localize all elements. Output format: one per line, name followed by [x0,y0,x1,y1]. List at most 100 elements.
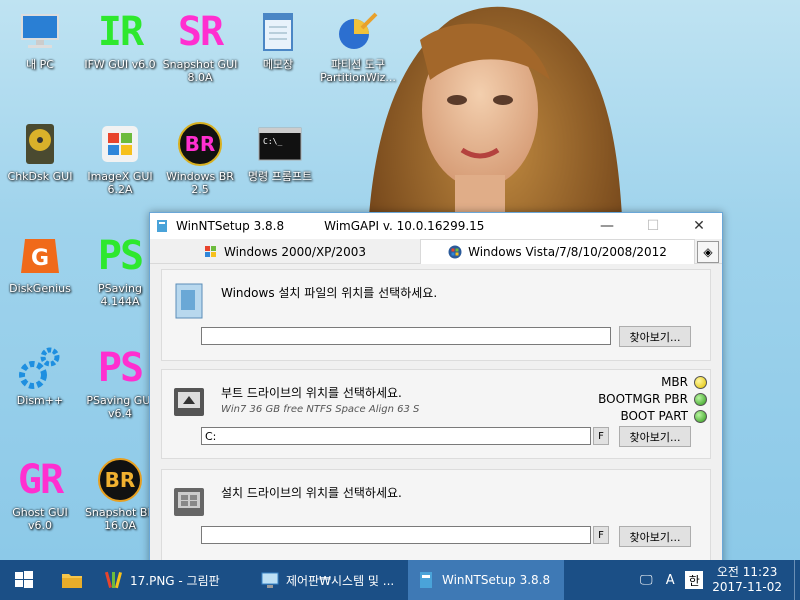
clock-time: 오전 11:23 [716,565,778,579]
diskgenius-icon: G [16,232,64,280]
command-prompt-icon: C:\_ [256,120,304,168]
control-panel-icon [261,572,279,588]
desktop-icon-ghost-gui[interactable]: GR Ghost GUI v6.0 [0,456,80,532]
desktop-icon-chkdsk-gui[interactable]: ChkDsk GUI [0,120,80,183]
disk-tool-icon: ◈ [703,245,713,259]
install-drive-format-button[interactable]: F [593,526,609,544]
ir-text-icon: IR [97,9,144,55]
desktop-icon-imagex-gui[interactable]: ImageX GUI 6.2A [80,120,160,196]
mbr-status-label: MBR [661,375,688,389]
window-titlebar[interactable]: WinNTSetup 3.8.8 WimGAPI v. 10.0.16299.1… [150,213,722,239]
install-source-label: Windows 설치 파일의 위치를 선택하세요. [221,286,438,300]
desktop-icon-label: Snapshot BR 16.0A [84,506,156,532]
install-drive-browse-button[interactable]: 찾아보기... [619,526,691,547]
desktop-icon-label: Dism++ [16,394,64,407]
windows-start-icon [15,571,33,588]
br-circle-orange-icon: BR [96,456,144,504]
file-explorer-button[interactable] [48,560,96,600]
install-drive-group: 설치 드라이브의 위치를 선택하세요. F 찾아보기... [161,469,711,560]
partition-wizard-icon [334,8,382,56]
bootmgr-pbr-status: BOOTMGR PBR [598,392,707,406]
taskbar: 17.PNG - 그림판 제어판₩시스템 및 ... WinNTSetup 3.… [0,560,800,600]
desktop-icon-ifw-gui[interactable]: IR IFW GUI v6.0 [80,8,160,71]
winntsetup-app-icon [157,220,167,232]
system-tray: 🖵 A 한 오전 11:23 2017-11-02 [634,560,800,600]
br-circle-icon: BR [176,120,224,168]
show-desktop-button[interactable] [794,560,800,600]
taskbar-item-label: 17.PNG - 그림판 [130,573,220,588]
start-button[interactable] [0,560,48,600]
harddisk-icon [16,120,64,168]
gr-text-icon: GR [17,457,64,503]
desktop-icon-label: DiskGenius [9,282,71,295]
taskbar-clock[interactable]: 오전 11:23 2017-11-02 [712,565,782,595]
minimize-button[interactable]: — [584,213,630,239]
tab-windows-vista-plus[interactable]: Windows Vista/7/8/10/2008/2012 [420,239,695,264]
monitor-icon[interactable]: 🖵 [637,571,655,589]
taskbar-item-paint[interactable]: 17.PNG - 그림판 [96,560,252,600]
windows-vista-orb-icon [448,245,462,259]
boot-drive-info: Win7 36 GB free NTFS Space Align 63 S [221,404,420,415]
status-led-yellow-icon [694,375,707,389]
desktop-icon-psaving-gui[interactable]: PS PSaving GUI v6.4 [80,344,160,420]
os-tabs: Windows 2000/XP/2003 Windows Vista/7/8/1… [150,239,722,264]
folder-icon [62,574,82,588]
boot-part-status: BOOT PART [620,409,707,423]
desktop: 내 PC IR IFW GUI v6.0 SR Snapshot GUI 8.0… [0,0,800,560]
desktop-icon-snapshot-br[interactable]: BR Snapshot BR 16.0A [80,456,160,532]
desktop-icon-partition-tool[interactable]: 파티션 도구 PartitionWiz... [318,8,398,84]
ps-text-icon: PS [97,233,144,279]
boot-drive-format-button[interactable]: F [593,427,609,445]
desktop-icon-label: Ghost GUI v6.0 [12,506,68,532]
taskbar-item-control-panel[interactable]: 제어판₩시스템 및 ... [252,560,408,600]
desktop-icon-dism[interactable]: Dism++ [0,344,80,407]
svg-text:G: G [31,246,49,271]
desktop-icon-label: ChkDsk GUI [7,170,73,183]
tab-windows-xp[interactable]: Windows 2000/XP/2003 [152,241,418,262]
winntsetup-window: WinNTSetup 3.8.8 WimGAPI v. 10.0.16299.1… [149,212,723,560]
bootmgr-pbr-status-label: BOOTMGR PBR [598,392,688,406]
desktop-icon-command-prompt[interactable]: C:\_ 명령 프롬프트 [240,120,320,183]
winntsetup-app-icon [420,572,432,588]
gears-icon [16,344,64,392]
close-button[interactable]: ✕ [676,213,722,239]
windows-logo-icon [96,120,144,168]
desktop-icon-label: PSaving 4.144A [98,282,142,308]
desktop-icon-diskgenius[interactable]: G DiskGenius [0,232,80,295]
install-drive-path-input[interactable] [201,526,591,544]
boot-drive-label: 부트 드라이브의 위치를 선택하세요. [221,386,402,400]
desktop-icon-label: Windows BR 2.5 [166,170,234,196]
desktop-icon-windows-br[interactable]: BR Windows BR 2.5 [160,120,240,196]
mbr-status: MBR [661,375,707,389]
boot-drive-group: 부트 드라이브의 위치를 선택하세요. Win7 36 GB free NTFS… [161,369,711,459]
paint-icon [104,571,123,589]
install-drive-label: 설치 드라이브의 위치를 선택하세요. [221,486,402,500]
install-source-group: Windows 설치 파일의 위치를 선택하세요. 찾아보기... [161,269,711,361]
window-title: WinNTSetup 3.8.8 [176,219,285,233]
maximize-button[interactable]: ☐ [630,213,676,239]
tab-label: Windows Vista/7/8/10/2008/2012 [468,245,667,259]
vhd-tool-button[interactable]: ◈ [697,241,719,263]
desktop-icon-label: PSaving GUI v6.4 [86,394,154,420]
ime-mode-a-icon[interactable]: A [661,571,679,589]
tab-label: Windows 2000/XP/2003 [223,244,366,259]
boot-drive-path-input[interactable]: C: [201,427,591,445]
desktop-icon-psaving[interactable]: PS PSaving 4.144A [80,232,160,308]
ime-hangul-icon[interactable]: 한 [685,571,704,589]
desktop-icon-notepad[interactable]: 메모장 [238,8,318,71]
install-source-path-input[interactable] [201,327,611,345]
desktop-icon-this-pc[interactable]: 내 PC [0,8,80,71]
boot-drive-browse-button[interactable]: 찾아보기... [619,426,691,447]
desktop-icon-label: 명령 프롬프트 [247,170,313,183]
install-source-browse-button[interactable]: 찾아보기... [619,326,691,347]
taskbar-item-winntsetup[interactable]: WinNTSetup 3.8.8 [408,560,564,600]
install-drive-icon [174,488,204,516]
desktop-icon-label: IFW GUI v6.0 [84,58,156,71]
desktop-icon-label: ImageX GUI 6.2A [87,170,153,196]
taskbar-item-label: 제어판₩시스템 및 ... [286,573,395,588]
desktop-icon-label: Snapshot GUI 8.0A [162,58,238,84]
sr-text-icon: SR [177,9,224,55]
notepad-icon [254,8,302,56]
desktop-icon-snapshot-gui[interactable]: SR Snapshot GUI 8.0A [160,8,240,84]
window-subtitle: WimGAPI v. 10.0.16299.15 [324,219,485,233]
